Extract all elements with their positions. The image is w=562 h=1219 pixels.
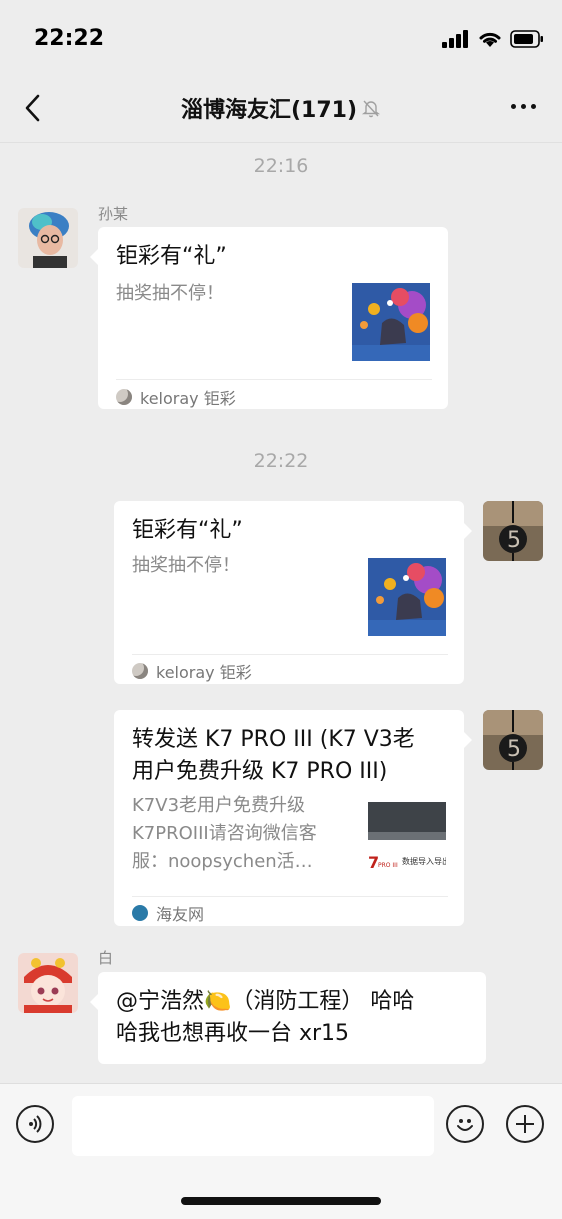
card-title: 转发送 K7 PRO III (K7 V3老 用户免费升级 K7 PRO III… [132,724,415,788]
emoji-button[interactable] [446,1105,484,1143]
source-icon [132,905,148,921]
card-divider [132,896,448,897]
svg-text:PRO III: PRO III [378,862,398,869]
source-icon [116,389,132,405]
thumbnail-caption: 数据导入导出 [402,857,446,866]
status-time: 22:22 [34,26,105,51]
sender-name: 白 [98,949,114,967]
card-source: 海友网 [132,901,204,925]
card-thumbnail [352,283,430,361]
card-source: keloray 钜彩 [132,659,252,683]
link-card[interactable]: 转发送 K7 PRO III (K7 V3老 用户免费升级 K7 PRO III… [114,710,472,926]
card-source-text: keloray 钜彩 [156,663,252,682]
avatar[interactable] [18,953,78,1013]
svg-text:5: 5 [507,528,521,553]
source-icon [132,663,148,679]
signal-icon [442,30,468,48]
message-input[interactable] [72,1096,434,1156]
card-title-line: 转发送 K7 PRO III (K7 V3老 [132,727,415,752]
home-indicator [181,1197,381,1205]
card-description: 抽奖抽不停！ [116,283,224,304]
plus-icon [516,1115,534,1133]
card-source-text: 海友网 [156,905,205,924]
avatar[interactable]: 5 [483,710,543,770]
timestamp: 22:22 [253,450,309,472]
chat-title-text: 淄博海友汇(171) [180,98,358,123]
message-line: 哈我也想再收一台 xr15 [116,1021,350,1046]
card-divider [132,654,448,655]
card-title: 钜彩有“礼” [132,518,243,543]
card-source: keloray 钜彩 [116,385,236,409]
emoji-icon [457,1119,473,1131]
sender-name: 孙某 [98,205,129,223]
card-thumbnail: 7 PRO III 数据导入导出 [368,798,446,876]
chat-title: 淄博海友汇(171) [0,92,562,124]
bell-muted-icon [361,98,381,124]
card-desc-line: K7V3老用户免费升级 [132,795,306,816]
card-title-line: 用户免费升级 K7 PRO III) [132,759,388,784]
card-desc-line: 服：noopsychen活… [132,851,313,872]
card-source-text: keloray 钜彩 [140,389,236,408]
link-card[interactable]: 钜彩有“礼” 抽奖抽不停！ keloray 钜彩 [114,501,472,684]
timestamp: 22:16 [253,155,309,177]
more-dots-icon[interactable] [511,104,536,109]
wifi-icon [479,32,501,47]
nav-divider [0,142,562,143]
voice-icon [29,1115,42,1133]
card-title: 钜彩有“礼” [116,244,227,269]
card-description: 抽奖抽不停！ [132,555,240,576]
add-button[interactable] [506,1105,544,1143]
message-line: @宁浩然🍋（消防工程） 哈哈 [116,989,415,1014]
card-thumbnail [368,558,446,636]
avatar[interactable] [18,208,78,268]
avatar[interactable]: 5 [483,501,543,561]
link-card[interactable]: 钜彩有“礼” 抽奖抽不停！ keloray 钜彩 [90,227,448,409]
card-divider [116,379,432,380]
status-icons [442,30,544,48]
text-message[interactable]: @宁浩然🍋（消防工程） 哈哈 哈我也想再收一台 xr15 [90,972,486,1064]
battery-icon [510,30,543,48]
card-description: K7V3老用户免费升级 K7PROIII请咨询微信客 服：noopsychen活… [132,792,317,876]
svg-text:5: 5 [507,737,521,762]
card-desc-line: K7PROIII请咨询微信客 [132,823,317,844]
voice-button[interactable] [16,1105,54,1143]
